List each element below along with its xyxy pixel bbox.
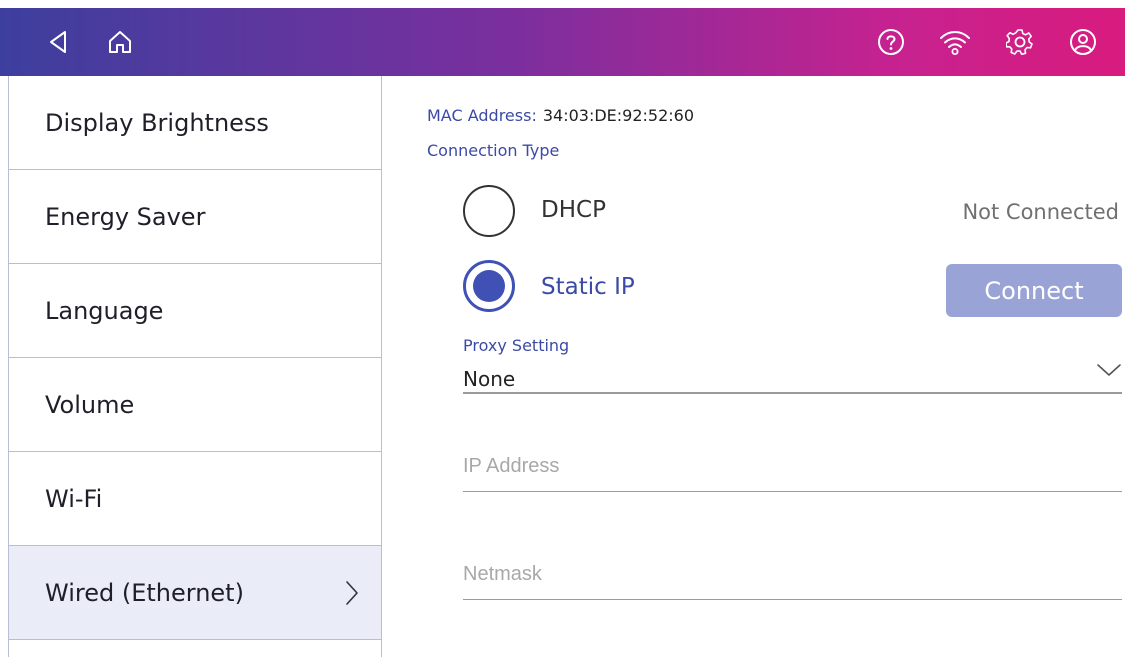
sidebar-item-label: Display Brightness bbox=[45, 108, 269, 137]
sidebar-item-display-brightness[interactable]: Display Brightness bbox=[9, 76, 381, 170]
sidebar-item-label: Energy Saver bbox=[45, 202, 206, 231]
settings-sidebar: Display Brightness Energy Saver Language… bbox=[9, 76, 382, 657]
account-icon[interactable] bbox=[1061, 20, 1105, 64]
mac-address-value: 34:03:DE:92:52:60 bbox=[542, 106, 695, 125]
static-ip-radio[interactable] bbox=[463, 260, 515, 312]
ip-address-field bbox=[463, 442, 1122, 492]
mac-address: MAC Address: 34:03:DE:92:52:60 bbox=[427, 106, 694, 125]
back-icon[interactable] bbox=[36, 20, 80, 64]
mac-address-label: MAC Address: bbox=[427, 106, 537, 125]
connection-status: Not Connected bbox=[962, 200, 1119, 224]
home-icon[interactable] bbox=[98, 20, 142, 64]
netmask-input[interactable] bbox=[463, 550, 1122, 599]
sidebar-item-label: Volume bbox=[45, 390, 135, 419]
top-bar bbox=[0, 8, 1125, 76]
sidebar-item-language[interactable]: Language bbox=[9, 264, 381, 358]
ethernet-settings-panel: MAC Address: 34:03:DE:92:52:60 Connection… bbox=[382, 76, 1125, 657]
chevron-down-icon bbox=[1096, 362, 1122, 382]
sidebar-item-label: Wi-Fi bbox=[45, 484, 103, 513]
connection-type-label: Connection Type bbox=[427, 141, 560, 160]
sidebar-item-volume[interactable]: Volume bbox=[9, 358, 381, 452]
netmask-field bbox=[463, 550, 1122, 600]
chevron-right-icon bbox=[345, 580, 359, 610]
connect-button[interactable]: Connect bbox=[946, 264, 1122, 317]
sidebar-item-label: Wired (Ethernet) bbox=[45, 578, 244, 607]
proxy-setting-value: None bbox=[463, 367, 516, 391]
sidebar-item-wired-ethernet[interactable]: Wired (Ethernet) bbox=[9, 546, 381, 640]
dhcp-radio[interactable] bbox=[463, 185, 515, 237]
sidebar-item-energy-saver[interactable]: Energy Saver bbox=[9, 170, 381, 264]
wifi-icon[interactable] bbox=[933, 20, 977, 64]
settings-icon[interactable] bbox=[998, 20, 1042, 64]
sidebar-item-wifi[interactable]: Wi-Fi bbox=[9, 452, 381, 546]
help-icon[interactable] bbox=[869, 20, 913, 64]
proxy-setting-label: Proxy Setting bbox=[463, 336, 570, 355]
sidebar-item-label: Language bbox=[45, 296, 164, 325]
static-ip-radio-label[interactable]: Static IP bbox=[541, 274, 635, 300]
ip-address-input[interactable] bbox=[463, 442, 1122, 491]
proxy-setting-select[interactable]: None bbox=[463, 358, 1122, 394]
dhcp-radio-label[interactable]: DHCP bbox=[541, 197, 606, 223]
